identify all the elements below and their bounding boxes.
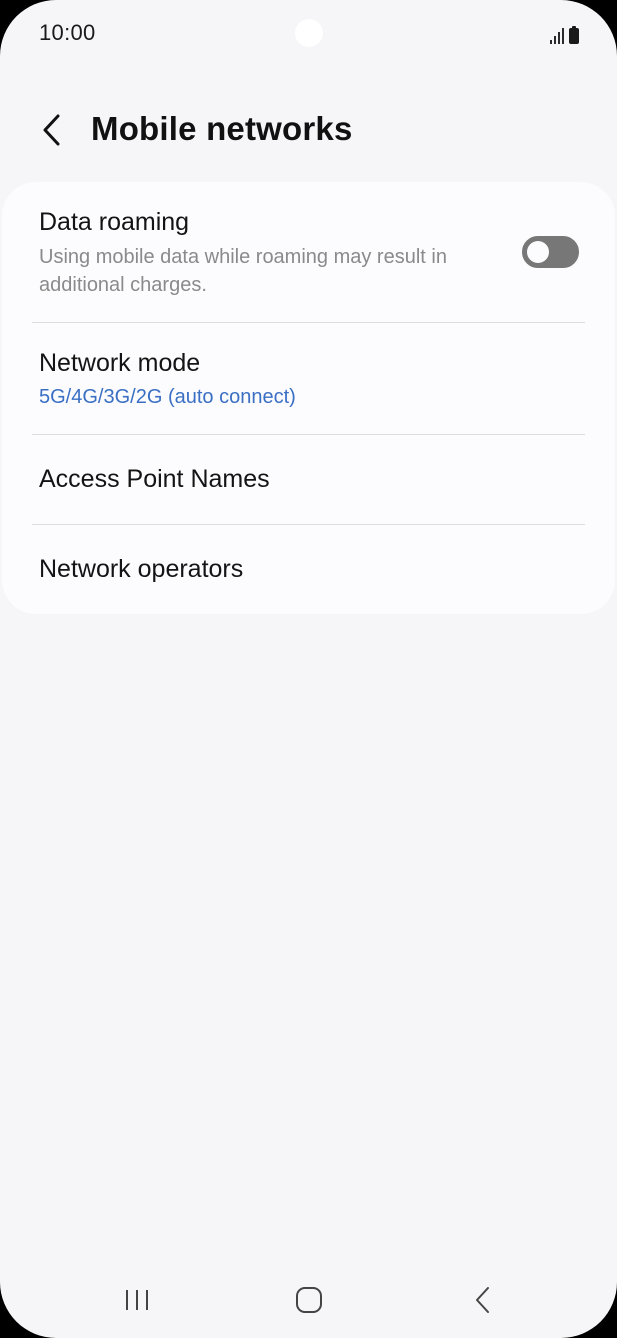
data-roaming-title: Data roaming [39, 208, 190, 236]
network-mode-row[interactable]: Network mode 5G/4G/3G/2G (auto connect) [2, 323, 615, 434]
home-button[interactable] [284, 1282, 334, 1318]
toggle-knob [527, 241, 549, 263]
back-button[interactable] [30, 108, 74, 152]
signal-icon [550, 28, 564, 44]
navigation-bar [0, 1268, 617, 1338]
chevron-left-icon [43, 114, 60, 146]
data-roaming-description: Using mobile data while roaming may resu… [39, 246, 447, 296]
settings-card: Data roaming Using mobile data while roa… [2, 182, 615, 614]
page-title: Mobile networks [91, 110, 353, 147]
battery-icon [569, 26, 579, 44]
network-mode-title: Network mode [39, 349, 201, 377]
access-point-names-title: Access Point Names [39, 465, 270, 493]
network-operators-row[interactable]: Network operators [2, 525, 615, 614]
home-icon [296, 1287, 322, 1313]
status-bar: 10:00 [0, 0, 617, 70]
data-roaming-toggle[interactable] [522, 236, 579, 268]
nav-back-button[interactable] [458, 1282, 508, 1318]
back-icon [476, 1287, 489, 1313]
status-icons [550, 24, 579, 44]
recent-apps-icon [126, 1290, 148, 1310]
phone-screen: 10:00 Mobile networks Data roaming Using… [0, 0, 617, 1338]
network-operators-title: Network operators [39, 555, 244, 583]
recent-apps-button[interactable] [112, 1282, 162, 1318]
network-mode-value: 5G/4G/3G/2G (auto connect) [39, 386, 296, 408]
app-header: Mobile networks [0, 100, 617, 164]
access-point-names-row[interactable]: Access Point Names [2, 435, 615, 524]
status-time: 10:00 [39, 20, 96, 45]
data-roaming-row[interactable]: Data roaming Using mobile data while roa… [2, 182, 615, 322]
camera-cutout [295, 19, 323, 47]
